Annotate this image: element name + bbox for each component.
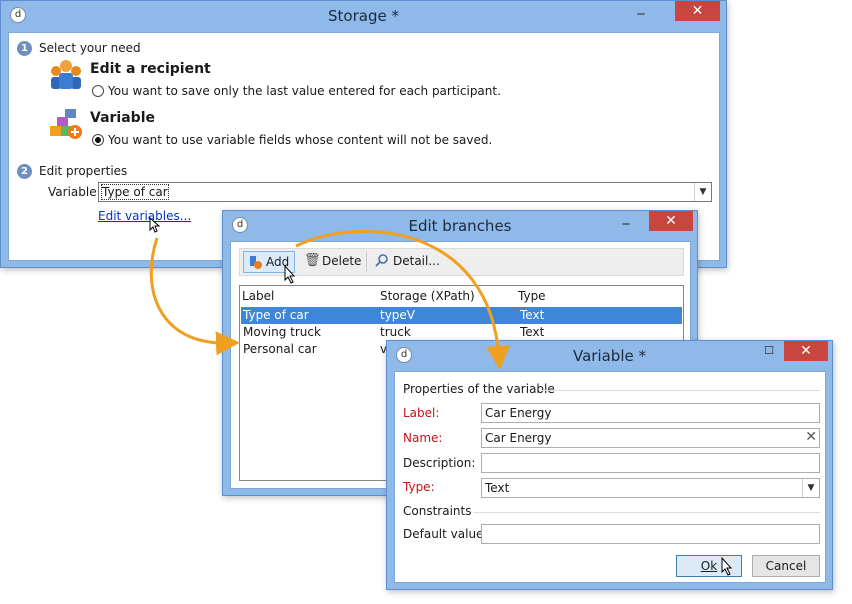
row-label: Type of car [243,308,309,322]
close-button[interactable]: ✕ [784,341,828,361]
type-select-value: Text [485,481,510,495]
column-header-label[interactable]: Label [242,289,274,303]
name-field-label: Name: [403,431,443,445]
cancel-label: Cancel [765,559,807,573]
close-button[interactable]: ✕ [649,211,693,231]
column-header-xpath[interactable]: Storage (XPath) [380,289,475,303]
variable-radio[interactable] [92,134,104,146]
recipient-heading: Edit a recipient [90,61,211,77]
close-button[interactable]: ✕ [675,1,720,21]
close-icon: ✕ [665,213,677,229]
row-xpath: typeV [380,308,416,322]
close-icon: ✕ [800,343,812,359]
edit-branches-titlebar[interactable]: d Edit branches _ ✕ [223,210,697,241]
recipient-radio-label[interactable]: You want to save only the last value ent… [108,84,501,98]
detail-label: Detail... [393,254,440,268]
delete-button[interactable]: 🗑 Delete [302,251,362,273]
name-input-value: Car Energy [485,431,552,445]
add-label: Add [266,255,290,269]
row-type: Text [520,325,545,339]
row-type: Text [520,308,545,322]
variable-blocks-icon [49,107,83,141]
name-input[interactable]: Car Energy ✕ [481,428,820,448]
row-label: Moving truck [243,325,321,339]
description-input[interactable] [481,453,820,473]
storage-title: Storage * [328,7,399,25]
table-row[interactable]: Type of car typeV Text [241,307,682,324]
detail-button[interactable]: Detail... [373,251,443,273]
label-input[interactable]: Car Energy [481,403,820,423]
column-header-type[interactable]: Type [518,289,546,303]
row-xpath: truck [380,325,411,339]
default-value-label: Default value: [403,527,488,541]
label-field-label: Label: [403,406,440,420]
constraints-section-title: Constraints [403,504,472,518]
properties-section-title: Properties of the variable [403,382,555,396]
section-divider [473,512,820,513]
variable-select[interactable]: Type of car ▼ [98,182,712,202]
row-label: Personal car [243,342,317,356]
branches-toolbar: Add 🗑 Delete Detail... [239,248,684,276]
variable-titlebar[interactable]: d Variable * ☐ ✕ [387,341,832,371]
variable-window: d Variable * ☐ ✕ Properties of the varia… [386,340,833,590]
step-2-badge: 2 [17,164,32,179]
cancel-button[interactable]: Cancel [752,555,820,577]
add-branch-icon [248,255,262,269]
table-row[interactable]: Moving truck truck Text [241,324,682,341]
step-2-label: Edit properties [39,164,128,178]
chevron-down-icon[interactable]: ▼ [802,479,819,497]
maximize-button[interactable]: ☐ [756,341,782,361]
ok-button[interactable]: Ok [676,555,742,577]
toolbar-separator [366,252,367,272]
variable-select-value: Type of car [101,184,169,200]
close-icon: ✕ [691,3,704,19]
description-field-label: Description: [403,456,476,470]
default-value-input[interactable] [481,524,820,544]
step-1-label: Select your need [39,41,141,55]
section-divider [540,390,820,391]
variable-field-label: Variable: [48,185,101,199]
recipient-radio[interactable] [92,85,104,97]
people-icon [49,59,83,91]
minimize-button[interactable]: _ [628,0,654,21]
type-select[interactable]: Text ▼ [481,478,820,498]
chevron-down-icon[interactable]: ▼ [694,183,711,201]
delete-label: Delete [322,254,362,268]
label-input-value: Car Energy [485,406,552,420]
type-field-label: Type: [403,480,435,494]
storage-titlebar[interactable]: d Storage * _ ✕ [1,0,726,31]
edit-variables-link[interactable]: Edit variables... [98,209,191,223]
step-1-badge: 1 [17,41,32,56]
clear-icon[interactable]: ✕ [805,429,817,445]
variable-client: Properties of the variable Label: Car En… [394,371,826,583]
variable-heading: Variable [90,110,155,126]
search-icon [375,253,389,267]
variable-radio-label[interactable]: You want to use variable fields whose co… [108,133,492,147]
minimize-button[interactable]: _ [613,210,639,231]
add-button[interactable]: Add [243,251,295,273]
ok-label: Ok [700,559,718,573]
trash-icon: 🗑 [304,253,321,268]
